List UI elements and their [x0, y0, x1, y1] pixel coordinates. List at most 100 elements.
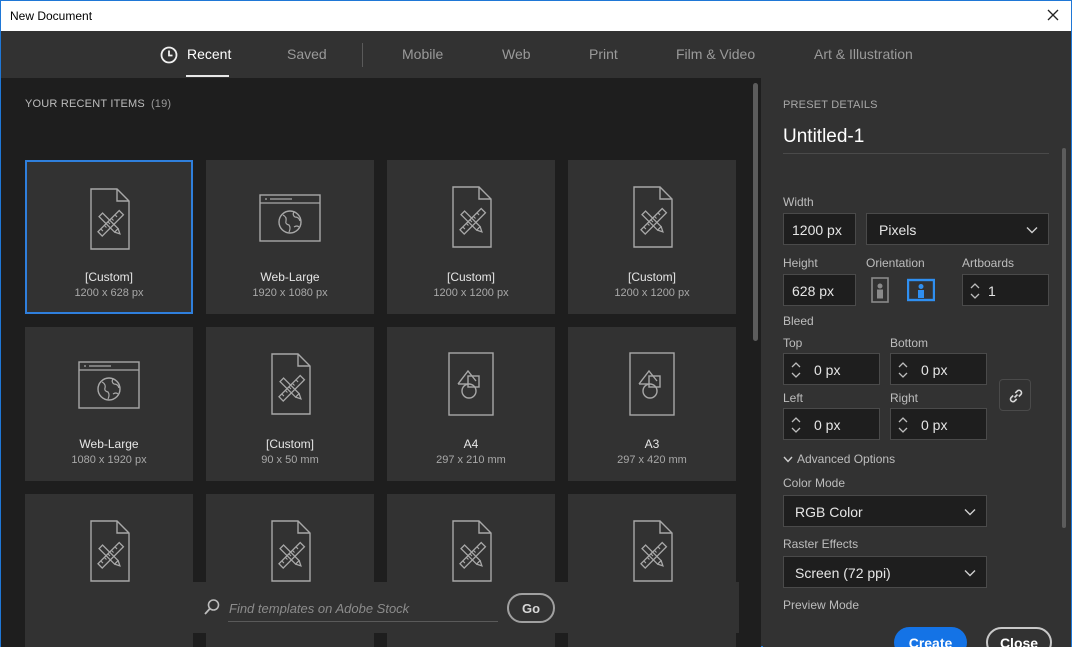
recent-item-name: A3 — [644, 437, 660, 451]
landscape-orientation-icon[interactable] — [907, 276, 935, 304]
recent-item-card[interactable]: Web-Large 1920 x 1080 px — [206, 160, 374, 314]
recent-item-card[interactable]: [Custom] 1200 x 628 px — [25, 160, 193, 314]
close-button[interactable]: Close — [986, 627, 1052, 647]
preset-scrollbar[interactable] — [1062, 148, 1066, 528]
tab-print[interactable]: Print — [589, 46, 618, 62]
width-field[interactable]: 1200 px — [783, 213, 856, 245]
bleed-left-label: Left — [783, 391, 804, 405]
raster-effects-value: Screen (72 ppi) — [795, 565, 891, 581]
width-value: 1200 px — [792, 222, 842, 238]
document-name-field[interactable]: Untitled-1 — [783, 126, 1049, 154]
color-mode-value: RGB Color — [795, 504, 863, 520]
recent-item-card[interactable]: Web-Large 1080 x 1920 px — [25, 327, 193, 481]
window-title: New Document — [10, 9, 93, 23]
recent-items-panel: YOUR RECENT ITEMS (19) [Custom] 1200 x 628… — [1, 78, 761, 647]
create-button[interactable]: Create — [894, 627, 967, 647]
bleed-top-stepper[interactable]: 0 px — [783, 353, 880, 385]
recent-item-name: Web-Large — [260, 270, 320, 284]
color-mode-label: Color Mode — [783, 476, 846, 490]
web-globe-icon — [258, 184, 322, 250]
preview-mode-label: Preview Mode — [783, 598, 860, 612]
document-custom-icon — [439, 518, 503, 584]
tab-web[interactable]: Web — [502, 46, 531, 62]
recent-item-card[interactable]: A4 297 x 210 mm — [387, 327, 555, 481]
category-tabs: Recent Saved Mobile Web Print Film & Vid… — [1, 31, 1071, 78]
bleed-top-label: Top — [783, 336, 803, 350]
close-icon[interactable] — [1045, 7, 1061, 23]
stepper-arrows-icon[interactable] — [896, 413, 910, 437]
bleed-left-value: 0 px — [814, 417, 841, 433]
tab-divider — [362, 43, 363, 67]
units-value: Pixels — [879, 222, 917, 238]
go-button[interactable]: Go — [507, 593, 555, 623]
bleed-left-stepper[interactable]: 0 px — [783, 408, 880, 440]
recent-item-size: 297 x 210 mm — [436, 454, 506, 466]
tab-film-video[interactable]: Film & Video — [676, 46, 755, 62]
bleed-label: Bleed — [783, 314, 814, 328]
link-bleed-button[interactable] — [999, 379, 1031, 411]
grid-scrollbar[interactable] — [753, 83, 758, 341]
height-label: Height — [783, 256, 818, 270]
recent-item-size: 90 x 50 mm — [261, 454, 319, 466]
advanced-options-toggle[interactable]: Advanced Options — [783, 452, 895, 466]
stock-search-input[interactable] — [228, 596, 498, 622]
artboards-stepper[interactable]: 1 — [962, 274, 1049, 306]
units-dropdown[interactable]: Pixels — [866, 213, 1049, 245]
recent-item-size: 297 x 420 mm — [617, 454, 687, 466]
orientation-label: Orientation — [866, 256, 925, 270]
stepper-arrows-icon[interactable] — [789, 358, 803, 382]
color-mode-dropdown[interactable]: RGB Color — [783, 495, 987, 527]
document-custom-icon — [439, 184, 503, 250]
document-custom-icon — [258, 351, 322, 417]
recent-items-header: YOUR RECENT ITEMS (19) — [25, 98, 171, 110]
raster-effects-label: Raster Effects — [783, 537, 859, 551]
recent-item-size: 1920 x 1080 px — [252, 287, 328, 299]
link-icon — [1009, 389, 1023, 403]
document-custom-icon — [77, 186, 141, 252]
recent-item-name: [Custom] — [265, 437, 314, 451]
chevron-down-icon — [964, 509, 976, 516]
document-custom-icon — [620, 184, 684, 250]
preset-details-title: PRESET DETAILS — [783, 99, 878, 111]
tab-saved[interactable]: Saved — [287, 46, 327, 62]
print-shapes-icon — [439, 351, 503, 417]
chevron-down-icon — [1026, 227, 1038, 234]
recent-item-name: [Custom] — [627, 270, 676, 284]
advanced-options-label: Advanced Options — [797, 452, 896, 466]
width-label: Width — [783, 195, 814, 209]
recent-item-size: 1200 x 628 px — [74, 287, 144, 299]
recent-item-size: 1200 x 1200 px — [614, 287, 690, 299]
recent-item-card[interactable]: [Custom] 1200 x 1200 px — [387, 160, 555, 314]
recent-item-card[interactable]: [Custom] 90 x 50 mm — [206, 327, 374, 481]
title-bar: New Document — [0, 0, 1072, 31]
stepper-arrows-icon[interactable] — [789, 413, 803, 437]
recent-item-name: Web-Large — [79, 437, 139, 451]
document-custom-icon — [620, 518, 684, 584]
stepper-arrows-icon[interactable] — [896, 358, 910, 382]
height-field[interactable]: 628 px — [783, 274, 856, 306]
bleed-bottom-label: Bottom — [890, 336, 929, 350]
tab-mobile[interactable]: Mobile — [402, 46, 443, 62]
recent-item-size: 1200 x 1200 px — [433, 287, 509, 299]
print-shapes-icon — [620, 351, 684, 417]
bleed-right-stepper[interactable]: 0 px — [890, 408, 987, 440]
recent-item-card[interactable]: A3 297 x 420 mm — [568, 327, 736, 481]
portrait-orientation-icon[interactable] — [866, 276, 894, 304]
recent-item-name: [Custom] — [84, 270, 133, 284]
web-globe-icon — [77, 351, 141, 417]
artboards-value: 1 — [988, 283, 996, 299]
bleed-bottom-stepper[interactable]: 0 px — [890, 353, 987, 385]
search-icon — [204, 599, 220, 615]
recent-item-size: 1080 x 1920 px — [71, 454, 147, 466]
tab-art-illustration[interactable]: Art & Illustration — [814, 46, 913, 62]
tab-recent[interactable]: Recent — [187, 46, 231, 62]
bleed-bottom-value: 0 px — [921, 362, 948, 378]
recent-items-count: (19) — [150, 98, 172, 110]
document-custom-icon — [258, 518, 322, 584]
stock-search-bar: Go — [25, 582, 739, 633]
document-custom-icon — [77, 518, 141, 584]
clock-icon — [160, 46, 178, 64]
stepper-arrows-icon[interactable] — [968, 279, 982, 303]
raster-effects-dropdown[interactable]: Screen (72 ppi) — [783, 556, 987, 588]
recent-item-card[interactable]: [Custom] 1200 x 1200 px — [568, 160, 736, 314]
